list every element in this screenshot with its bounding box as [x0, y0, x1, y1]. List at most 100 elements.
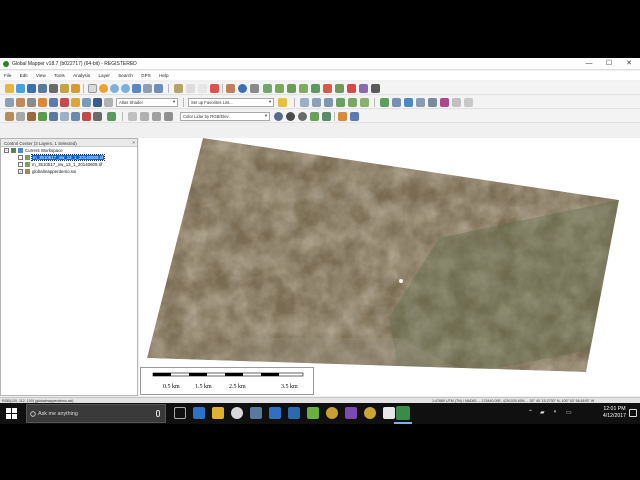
watershed-icon[interactable] — [323, 84, 332, 93]
app-green-icon[interactable] — [307, 407, 319, 419]
microphone-icon[interactable] — [156, 410, 160, 417]
blend-icon[interactable] — [104, 98, 113, 107]
lidar-icon[interactable] — [5, 98, 14, 107]
viewshed-icon[interactable] — [299, 84, 308, 93]
file-explorer-icon[interactable] — [212, 407, 224, 419]
clip-icon[interactable] — [164, 112, 173, 121]
surface-icon[interactable] — [322, 112, 331, 121]
raster-calc-icon[interactable] — [359, 84, 368, 93]
app-purple-icon[interactable] — [345, 407, 357, 419]
menu-gps[interactable]: GPS — [137, 71, 154, 78]
draw-circle-icon[interactable] — [360, 98, 369, 107]
checkbox-layer[interactable] — [18, 162, 23, 167]
mountain-icon[interactable] — [287, 84, 296, 93]
close-panel-icon[interactable]: × — [132, 140, 135, 145]
weather-icon[interactable] — [71, 98, 80, 107]
delete-icon[interactable] — [210, 84, 219, 93]
vegetation-icon[interactable] — [38, 112, 47, 121]
back-arrow-icon[interactable] — [143, 84, 152, 93]
system-clock[interactable]: 12:01 PM 4/12/2017 — [603, 406, 626, 420]
snap-icon[interactable] — [404, 98, 413, 107]
layer-row[interactable]: ✓ globalmapperdemo.ssi — [1, 168, 137, 175]
edit-shape-icon[interactable] — [60, 98, 69, 107]
combine-terrain-icon[interactable] — [347, 84, 356, 93]
cross-section-icon[interactable] — [140, 112, 149, 121]
edge-browser-icon[interactable] — [193, 407, 205, 419]
split-icon[interactable] — [416, 98, 425, 107]
contour-icon[interactable] — [311, 84, 320, 93]
windows-start-icon[interactable] — [6, 408, 17, 419]
zoom-out-icon[interactable] — [121, 84, 130, 93]
draw-area-icon[interactable] — [324, 98, 333, 107]
menu-analysis[interactable]: Analysis — [69, 71, 93, 78]
feature-info-icon[interactable] — [250, 84, 259, 93]
feature-edit-icon[interactable] — [82, 98, 91, 107]
ground-icon[interactable] — [107, 112, 116, 121]
pointer-icon[interactable] — [88, 84, 97, 93]
pan-icon[interactable] — [99, 84, 108, 93]
profile-icon[interactable] — [16, 98, 25, 107]
app-pinned-icon[interactable] — [288, 407, 300, 419]
draw-line-icon[interactable] — [312, 98, 321, 107]
terrain-icon[interactable] — [275, 84, 284, 93]
cortana-search-box[interactable]: Ask me anything — [26, 404, 166, 423]
print-icon[interactable] — [38, 84, 47, 93]
mail-icon[interactable] — [383, 407, 395, 419]
task-view-icon[interactable] — [174, 407, 186, 419]
digitize-pencil-icon[interactable] — [300, 98, 309, 107]
aerial-imagery[interactable] — [139, 138, 640, 396]
keyboard-icon[interactable]: ▭ — [566, 409, 572, 416]
label-icon[interactable] — [350, 112, 359, 121]
save-icon[interactable] — [27, 84, 36, 93]
lidar-class-icon[interactable] — [5, 112, 14, 121]
edit-vertex-icon[interactable] — [380, 98, 389, 107]
map-view[interactable] — [139, 138, 640, 396]
fill-icon[interactable] — [38, 98, 47, 107]
settings-gear-icon[interactable] — [286, 112, 295, 121]
funnel-icon[interactable] — [338, 112, 347, 121]
shader-select[interactable]: Atlas Shader ▼ — [116, 98, 178, 107]
checkbox-layer[interactable]: ✓ — [18, 169, 23, 174]
menu-edit[interactable]: Edit — [16, 71, 31, 78]
3d-view-icon[interactable] — [49, 98, 58, 107]
layer-label[interactable]: globalmapperdemo.ssi — [32, 169, 76, 174]
config-icon[interactable] — [49, 84, 58, 93]
menu-layer[interactable]: Layer — [94, 71, 113, 78]
layer-icon[interactable] — [71, 84, 80, 93]
pen-icon[interactable] — [452, 98, 461, 107]
app-q-icon[interactable] — [326, 407, 338, 419]
layer-row[interactable]: m_3510517_nw_13_1_20140609.tif — [1, 161, 137, 168]
chrome-icon[interactable] — [231, 407, 243, 419]
menu-view[interactable]: View — [32, 71, 49, 78]
noise-icon[interactable] — [82, 112, 91, 121]
zoom-in-icon[interactable] — [110, 84, 119, 93]
paint-icon[interactable] — [428, 98, 437, 107]
contrast-icon[interactable] — [93, 98, 102, 107]
notification-icon[interactable] — [629, 409, 637, 417]
close-tools-icon[interactable] — [371, 84, 380, 93]
powerline-icon[interactable] — [60, 112, 69, 121]
tray-up-arrow-icon[interactable]: ⌃ — [528, 409, 533, 416]
menu-file[interactable]: File — [0, 71, 14, 78]
volume-icon[interactable] — [335, 84, 344, 93]
minimize-button[interactable]: — — [580, 59, 598, 69]
layer-label[interactable]: m_3510517_nw_13_1_20140609.tif — [30, 154, 106, 161]
building-icon[interactable] — [49, 112, 58, 121]
layer-label[interactable]: m_3510517_nw_13_1_20140609.tif — [32, 162, 102, 167]
star-icon[interactable] — [278, 98, 287, 107]
tree-icon[interactable] — [27, 112, 36, 121]
digitizer-icon[interactable] — [60, 84, 69, 93]
maximize-button[interactable]: ☐ — [600, 59, 618, 69]
home-icon[interactable] — [154, 84, 163, 93]
grid-icon[interactable] — [27, 98, 36, 107]
pole-icon[interactable] — [71, 112, 80, 121]
collapse-icon[interactable]: − — [4, 148, 9, 153]
explorer-pinned-icon[interactable] — [269, 407, 281, 419]
open-folder-icon[interactable] — [5, 84, 14, 93]
path-icon[interactable] — [152, 112, 161, 121]
favorites-select[interactable]: Set up Favorites List... ▼ — [188, 98, 274, 107]
global-mapper-taskbar-icon[interactable] — [396, 406, 410, 420]
edit-pencil-icon[interactable] — [174, 84, 183, 93]
move-feature-icon[interactable] — [392, 98, 401, 107]
full-view-icon[interactable] — [132, 84, 141, 93]
